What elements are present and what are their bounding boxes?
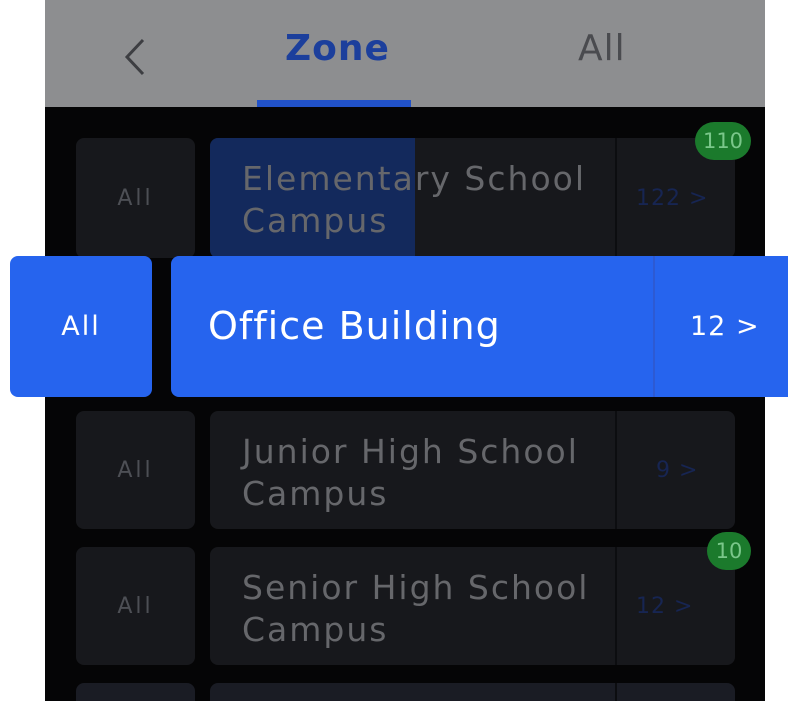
- notification-badge: 110: [695, 122, 751, 160]
- tab-all[interactable]: All: [578, 28, 626, 69]
- zone-name-line2: Campus: [242, 201, 389, 240]
- notification-badge: 10: [707, 532, 751, 570]
- zone-count[interactable]: 9 >: [656, 458, 698, 483]
- zone-name-line1: Junior High School: [242, 432, 579, 471]
- zone-all-button[interactable]: [76, 683, 195, 701]
- zone-all-button[interactable]: All: [76, 411, 195, 529]
- divider: [615, 683, 617, 701]
- divider: [653, 256, 655, 397]
- zone-row-senior-high[interactable]: Senior High School Campus 12 >: [210, 547, 735, 665]
- zone-count[interactable]: 12 >: [636, 594, 693, 619]
- divider: [615, 411, 617, 529]
- divider: [615, 138, 617, 258]
- zone-name-line2: Campus: [242, 474, 389, 513]
- zone-name-line1: Senior High School: [242, 568, 590, 607]
- zone-count[interactable]: 12 >: [690, 311, 760, 342]
- zone-name: Office Building: [208, 304, 501, 348]
- chevron-left-icon: [124, 38, 145, 76]
- zone-row-elementary[interactable]: Elementary School Campus 122 >: [210, 138, 735, 258]
- selected-zone-row-office-building[interactable]: Office Building 12 >: [171, 256, 788, 397]
- zone-name-line2: Campus: [242, 610, 389, 649]
- zone-row-junior-high[interactable]: Junior High School Campus 9 >: [210, 411, 735, 529]
- zone-name-line1: Elementary School: [242, 159, 586, 198]
- back-button[interactable]: [115, 34, 155, 80]
- zone-all-button[interactable]: All: [76, 547, 195, 665]
- top-tab-bar: Zone All: [45, 0, 765, 107]
- tab-zone[interactable]: Zone: [285, 28, 390, 69]
- zone-all-button[interactable]: All: [76, 138, 195, 258]
- zone-row-partial[interactable]: [210, 683, 735, 701]
- divider: [615, 547, 617, 665]
- zone-count[interactable]: 122 >: [636, 186, 708, 211]
- selected-zone-all-button[interactable]: All: [10, 256, 152, 397]
- active-tab-indicator: [257, 100, 411, 107]
